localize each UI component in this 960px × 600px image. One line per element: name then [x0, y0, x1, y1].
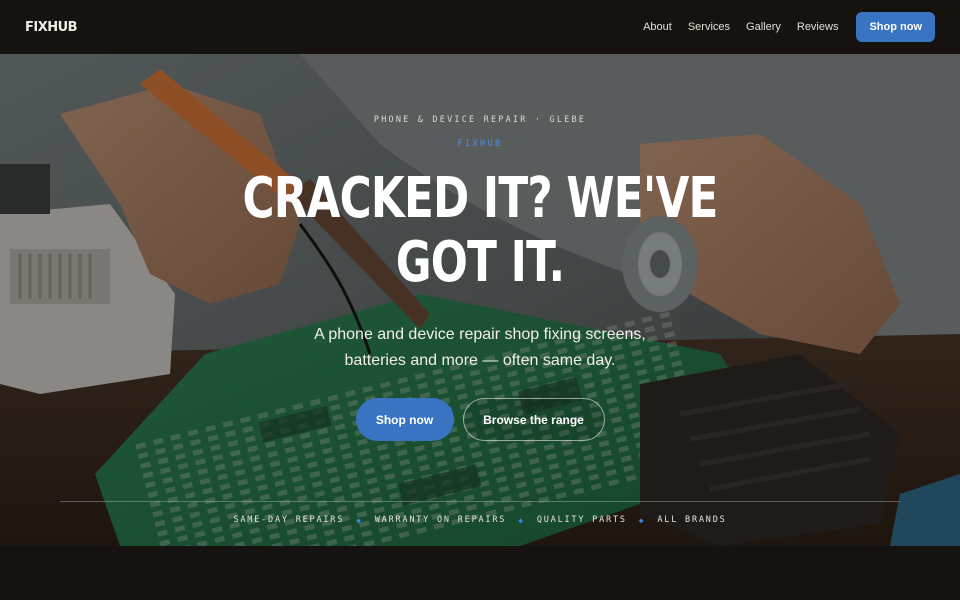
hero-subheading-line-1: A phone and device repair shop fixing sc… — [314, 326, 646, 343]
hero-kicker: PHONE & DEVICE REPAIR · GLEBE — [373, 115, 587, 125]
browse-range-button[interactable]: Browse the range — [462, 398, 605, 441]
feature-strip: SAME-DAY REPAIRS ◆ WARRANTY ON REPAIRS ◆… — [0, 515, 960, 525]
feature-item: WARRANTY ON REPAIRS — [374, 515, 507, 525]
hero-section: PHONE & DEVICE REPAIR · GLEBE FIXHUB CRA… — [0, 54, 960, 546]
hero-headline: CRACKED IT? WE'VE GOT IT. — [106, 167, 855, 295]
hero-headline-line-2: GOT IT. — [395, 230, 565, 295]
feature-item: QUALITY PARTS — [536, 515, 627, 525]
header-shop-now-button[interactable]: Shop now — [856, 12, 935, 42]
hero-subheading: A phone and device repair shop fixing sc… — [0, 322, 960, 374]
hero-subheading-line-2: batteries and more — often same day. — [344, 352, 616, 369]
nav-link-reviews[interactable]: Reviews — [797, 21, 839, 33]
hero-brand-label: FIXHUB — [457, 139, 503, 149]
site-logo[interactable]: FIXHUB — [25, 20, 78, 35]
main-nav: About Services Gallery Reviews Shop now — [643, 12, 935, 42]
hero-divider — [60, 501, 900, 502]
nav-link-gallery[interactable]: Gallery — [746, 21, 781, 33]
feature-separator-icon: ◆ — [356, 515, 363, 525]
feature-item: ALL BRANDS — [657, 515, 727, 525]
page-bottom-band — [0, 546, 960, 600]
nav-link-about[interactable]: About — [643, 21, 672, 33]
feature-separator-icon: ◆ — [638, 515, 646, 525]
hero-content: PHONE & DEVICE REPAIR · GLEBE FIXHUB CRA… — [0, 54, 960, 546]
feature-separator-icon: ◆ — [518, 515, 525, 525]
nav-link-services[interactable]: Services — [688, 21, 730, 33]
hero-buttons: Shop now Browse the range — [0, 398, 960, 441]
site-header: FIXHUB About Services Gallery Reviews Sh… — [0, 0, 960, 54]
hero-shop-now-button[interactable]: Shop now — [355, 398, 454, 441]
feature-item: SAME-DAY REPAIRS — [233, 515, 345, 525]
hero-headline-line-1: CRACKED IT? WE'VE — [242, 166, 718, 231]
